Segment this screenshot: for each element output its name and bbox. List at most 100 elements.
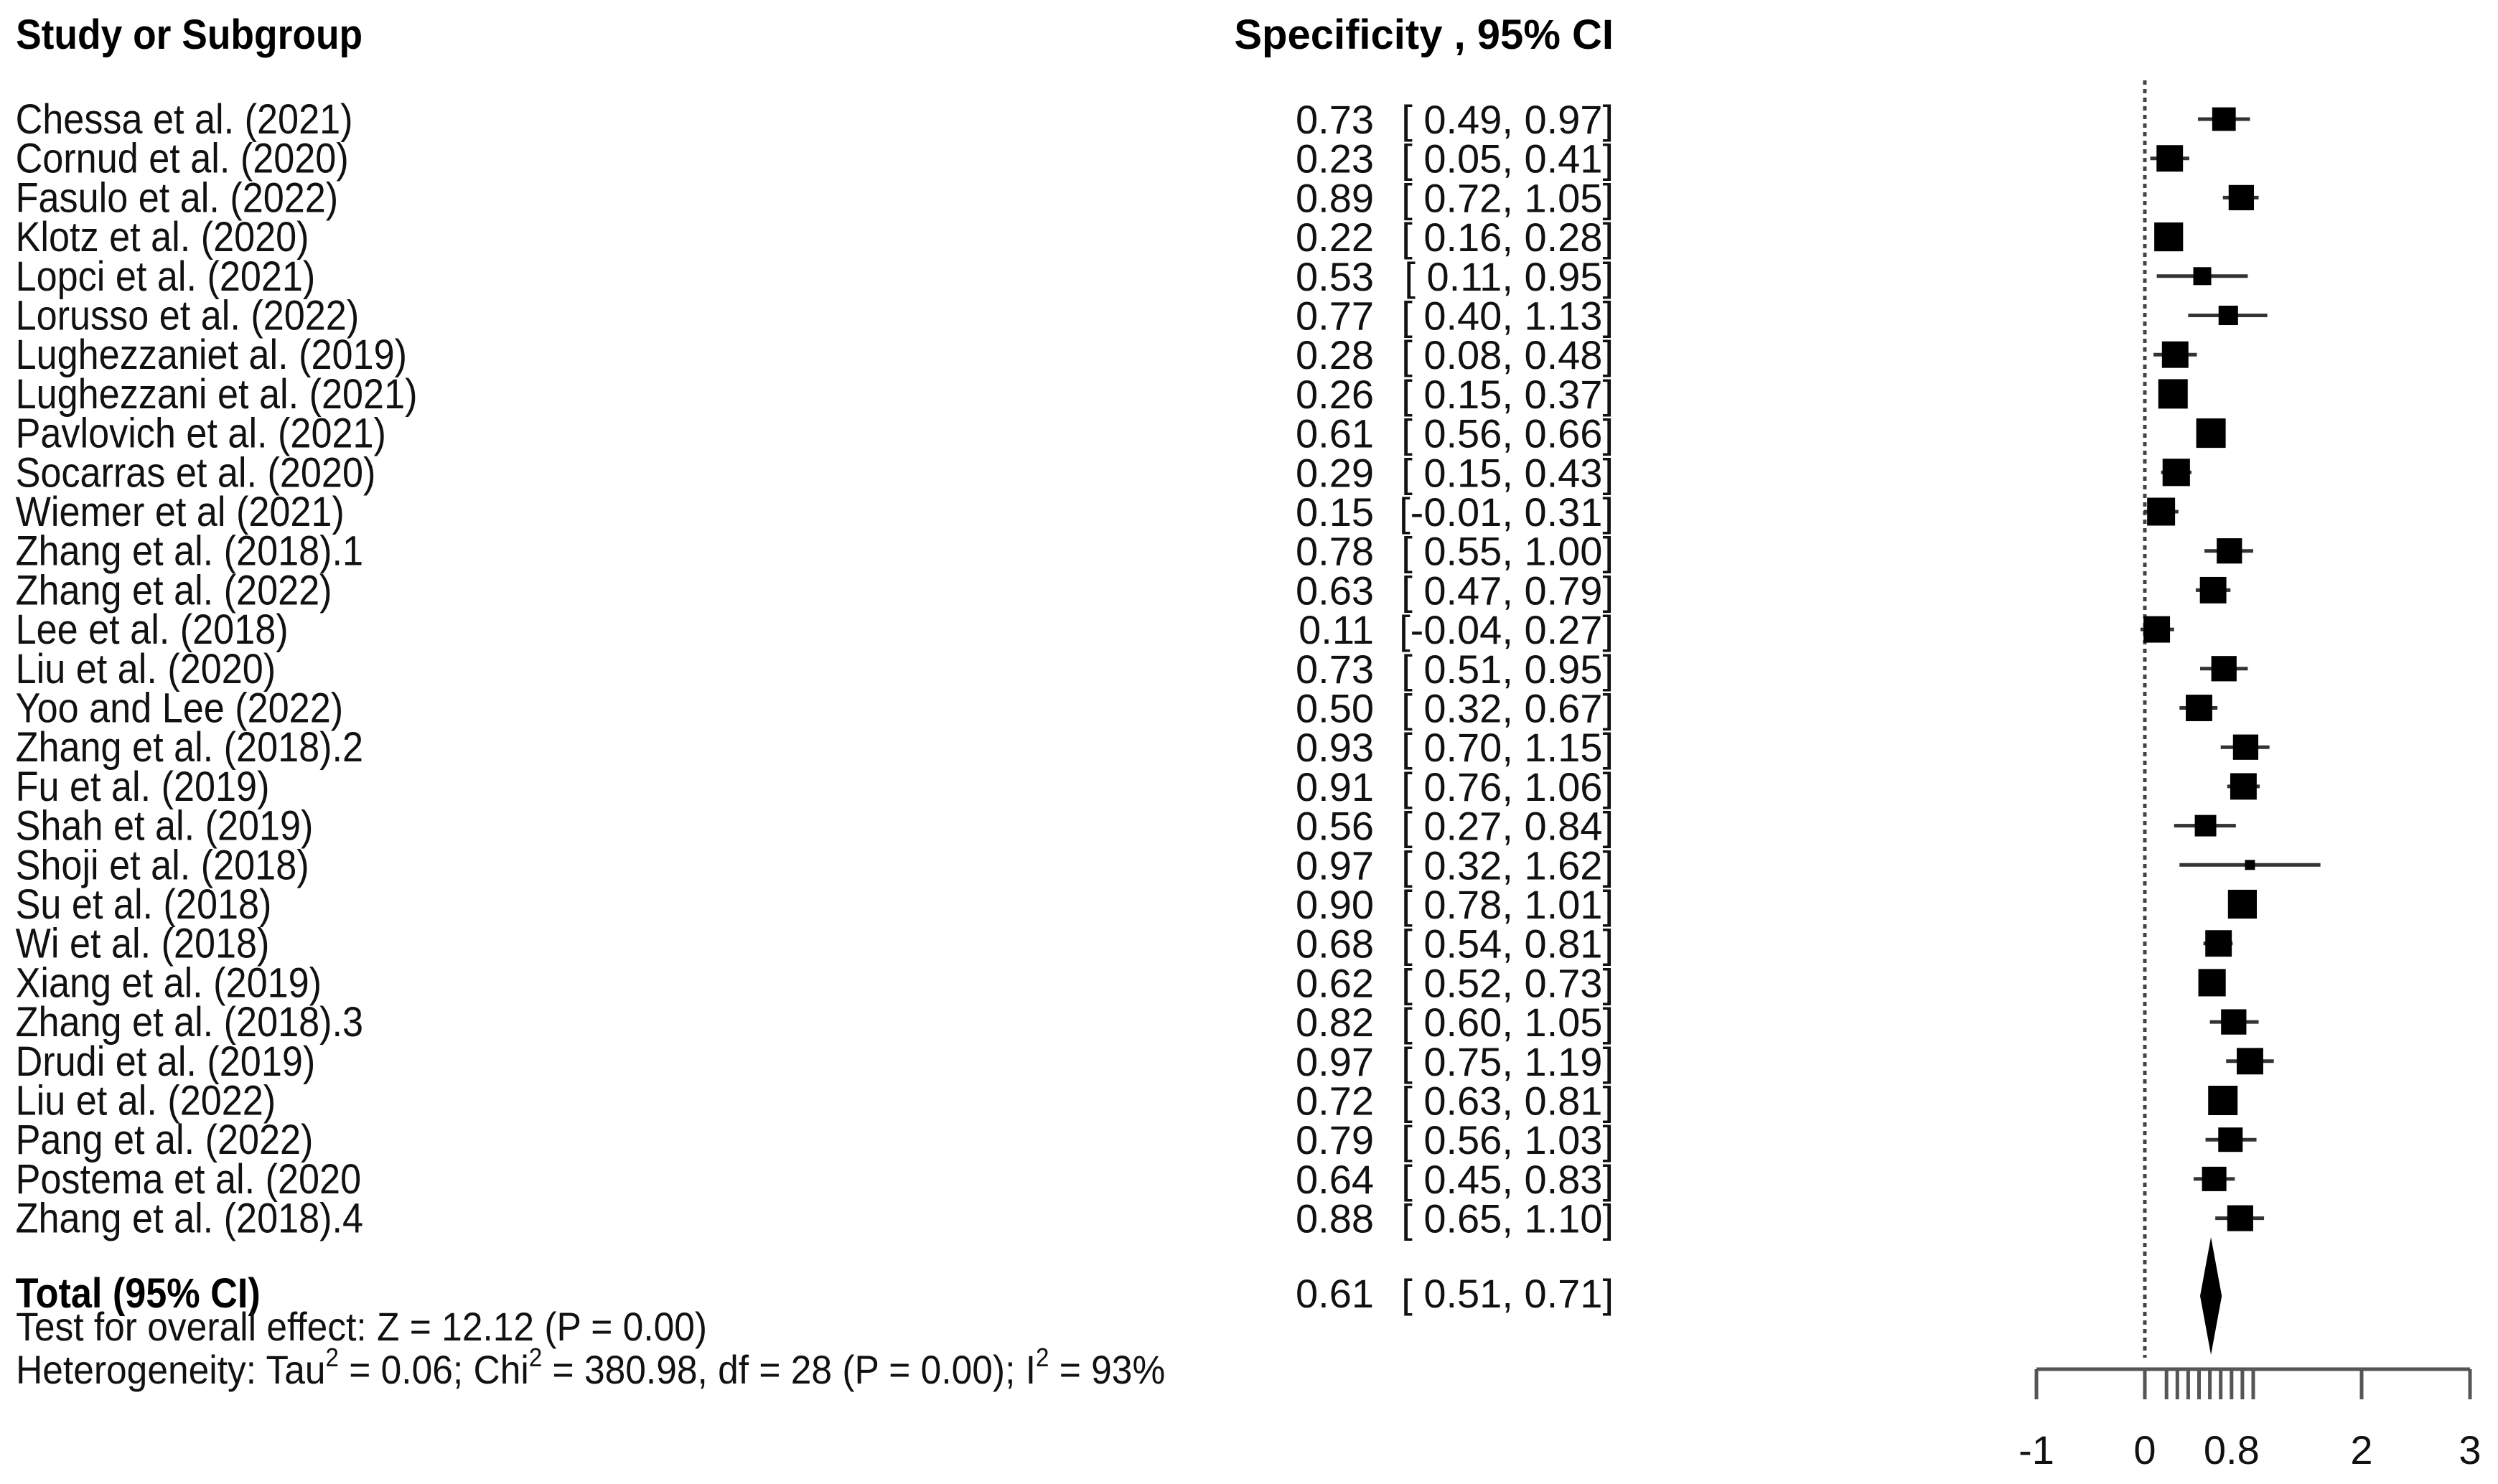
heterogeneity-text: Heterogeneity: Tau2 = 0.06; Chi2 = 380.9…: [16, 1344, 1165, 1393]
study-square: [2199, 576, 2227, 604]
study-ci: [ 0.70, 1.15]: [1401, 725, 1614, 770]
study-estimate: 0.53: [1296, 254, 1374, 299]
study-ci: [ 0.32, 1.62]: [1401, 842, 1614, 888]
study-square: [2147, 497, 2176, 526]
study-markers: [2140, 107, 2321, 1231]
study-estimate: 0.56: [1296, 804, 1374, 849]
x-axis: -1 0 0.8 2 3: [2018, 1367, 2481, 1473]
study-square: [2162, 459, 2190, 487]
study-ci: [-0.01, 0.31]: [1399, 489, 1614, 535]
study-square: [2221, 1009, 2247, 1035]
study-square: [2232, 734, 2259, 760]
study-ci: [ 0.51, 0.95]: [1401, 647, 1614, 692]
study-ci: [ 0.27, 0.84]: [1401, 804, 1614, 849]
study-estimate: 0.26: [1296, 372, 1374, 417]
study-estimate: 0.15: [1296, 489, 1374, 535]
study-ci: [ 0.08, 0.48]: [1401, 332, 1614, 377]
study-estimate: 0.97: [1296, 842, 1374, 888]
estimate-values: 0.730.230.890.220.530.770.280.260.610.29…: [1296, 97, 1374, 1241]
axis-tick-label: 0: [2133, 1427, 2156, 1473]
study-estimate: 0.93: [1296, 725, 1374, 770]
study-ci: [ 0.63, 0.81]: [1401, 1079, 1614, 1124]
study-square: [2196, 418, 2226, 449]
study-estimate: 0.22: [1296, 215, 1374, 260]
study-square: [2193, 267, 2212, 286]
forest-plot: Study or Subgroup Specificity , 95% CI C…: [16, 11, 2481, 1473]
study-estimate: 0.97: [1296, 1039, 1374, 1084]
study-ci: [ 0.47, 0.79]: [1401, 568, 1614, 613]
study-square: [2217, 538, 2242, 564]
study-estimate: 0.61: [1296, 411, 1374, 456]
study-estimate: 0.29: [1296, 450, 1374, 495]
study-square: [2230, 773, 2257, 800]
study-ci: [ 0.11, 0.95]: [1404, 254, 1614, 299]
heterogeneity-i-value: = 93%: [1049, 1348, 1165, 1392]
axis-tick-label: 3: [2459, 1427, 2481, 1473]
study-estimate: 0.63: [1296, 568, 1374, 613]
axis-tick-label: -1: [2018, 1427, 2054, 1473]
study-ci: [ 0.72, 1.05]: [1401, 175, 1614, 220]
axis-tick-label: 2: [2350, 1427, 2372, 1473]
study-estimate: 0.82: [1296, 1000, 1374, 1045]
study-square: [2227, 1205, 2253, 1231]
study-square: [2194, 814, 2217, 837]
study-estimate: 0.68: [1296, 921, 1374, 967]
study-square: [2156, 145, 2184, 172]
study-square: [2198, 969, 2226, 997]
study-square: [2205, 930, 2232, 957]
study-square: [2202, 1166, 2227, 1191]
total-diamond: [2200, 1237, 2222, 1355]
study-estimate: 0.88: [1296, 1196, 1374, 1241]
study-ci: [ 0.78, 1.01]: [1401, 882, 1614, 927]
chi-superscript: 2: [529, 1344, 542, 1373]
study-estimate: 0.89: [1296, 175, 1374, 220]
study-square: [2218, 305, 2238, 326]
study-square: [2237, 1048, 2263, 1075]
study-estimate: 0.91: [1296, 764, 1374, 809]
overall-effect-text: Test for overall effect: Z = 12.12 (P = …: [16, 1305, 707, 1349]
study-ci: [ 0.15, 0.43]: [1401, 450, 1614, 495]
study-square: [2227, 889, 2257, 919]
study-estimate: 0.90: [1296, 882, 1374, 927]
heterogeneity-chi-value: = 380.98, df = 28 (P = 0.00); I: [542, 1348, 1036, 1392]
study-estimate: 0.28: [1296, 332, 1374, 377]
axis-tick-label: 0.8: [2204, 1427, 2260, 1473]
study-square: [2158, 379, 2188, 409]
heterogeneity-tau-value: = 0.06; Chi: [339, 1348, 529, 1392]
study-estimate: 0.77: [1296, 293, 1374, 339]
study-ci: [ 0.56, 1.03]: [1401, 1117, 1614, 1163]
study-ci: [ 0.32, 0.67]: [1401, 686, 1614, 731]
study-estimate: 0.72: [1296, 1079, 1374, 1124]
study-estimate: 0.73: [1296, 97, 1374, 142]
effect-column-header: Specificity , 95% CI: [1234, 11, 1614, 58]
study-square: [2208, 1086, 2238, 1115]
study-square: [2211, 656, 2237, 682]
study-square: [2218, 1127, 2243, 1152]
study-estimate: 0.62: [1296, 960, 1374, 1005]
study-ci: [ 0.52, 0.73]: [1401, 960, 1614, 1005]
study-ci: [ 0.49, 0.97]: [1401, 97, 1614, 142]
study-ci: [ 0.55, 1.00]: [1401, 529, 1614, 574]
study-ci: [-0.04, 0.27]: [1399, 607, 1614, 652]
study-ci: [ 0.15, 0.37]: [1401, 372, 1614, 417]
study-square: [2154, 222, 2184, 252]
study-ci: [ 0.56, 0.66]: [1401, 411, 1614, 456]
heterogeneity-tau-label: Heterogeneity: Tau: [16, 1348, 325, 1392]
study-ci: [ 0.60, 1.05]: [1401, 1000, 1614, 1045]
study-ci: [ 0.16, 0.28]: [1401, 215, 1614, 260]
study-ci: [ 0.40, 1.13]: [1401, 293, 1614, 339]
study-estimate: 0.50: [1296, 686, 1374, 731]
study-ci: [ 0.65, 1.10]: [1401, 1196, 1614, 1241]
study-square: [2245, 860, 2255, 870]
total-estimate: 0.61: [1296, 1271, 1374, 1316]
total-ci: [ 0.51, 0.71]: [1401, 1271, 1614, 1316]
study-column-header: Study or Subgroup: [16, 11, 362, 58]
study-ci: [ 0.05, 0.41]: [1401, 136, 1614, 182]
study-square: [2212, 107, 2236, 131]
study-estimate: 0.78: [1296, 529, 1374, 574]
study-square: [2143, 616, 2171, 643]
study-ci: [ 0.75, 1.19]: [1401, 1039, 1614, 1084]
study-estimate: 0.11: [1299, 607, 1374, 652]
study-labels: Chessa et al. (2021)Cornud et al. (2020)…: [16, 95, 418, 1241]
study-estimate: 0.64: [1296, 1157, 1374, 1202]
